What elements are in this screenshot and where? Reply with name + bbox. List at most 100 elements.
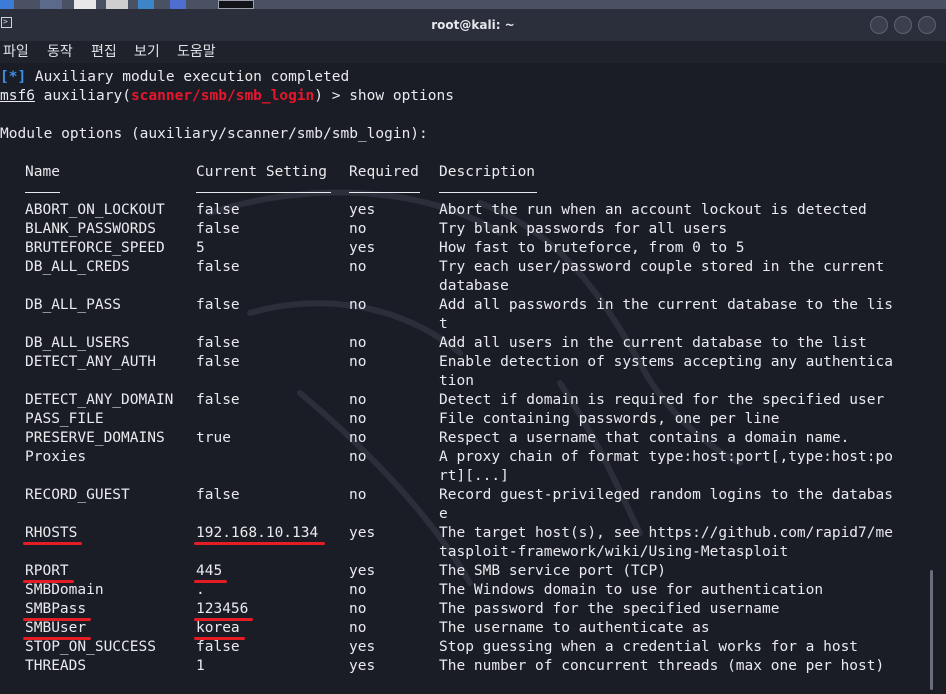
scrollbar[interactable] <box>934 63 946 694</box>
option-required: yes <box>349 202 376 218</box>
option-name: RECORD_GUEST <box>25 487 130 503</box>
menu-view[interactable]: 보기 <box>134 41 160 63</box>
prompt-mid: auxiliary( <box>34 88 131 104</box>
option-setting: 1 <box>196 658 205 674</box>
taskbar-app-icon[interactable] <box>106 0 128 9</box>
option-description: The password for the specified username <box>439 601 780 617</box>
option-name: BRUTEFORCE_SPEED <box>25 240 165 256</box>
option-required: yes <box>349 240 376 256</box>
header-underline <box>349 192 420 193</box>
option-description: Respect a username that contains a domai… <box>439 430 850 446</box>
option-setting: 5 <box>196 240 205 256</box>
option-description: The number of concurrent threads (max on… <box>439 658 885 674</box>
window-titlebar: > root@kali: ~ <box>0 9 946 41</box>
option-setting: false <box>196 354 240 370</box>
header-underline <box>25 192 60 193</box>
option-required: yes <box>349 525 376 541</box>
option-name: SMBPass <box>25 601 87 617</box>
option-description: Stop guessing when a credential works fo… <box>439 639 859 655</box>
option-required: no <box>349 582 367 598</box>
option-description: tion <box>439 373 474 389</box>
option-description: The username to authenticate as <box>439 620 710 636</box>
menu-help[interactable]: 도움말 <box>177 41 216 63</box>
option-name: RPORT <box>25 563 69 579</box>
option-description: t <box>439 316 448 332</box>
option-name: DETECT_ANY_AUTH <box>25 354 156 370</box>
taskbar-app-icon[interactable] <box>170 0 186 9</box>
header-description: Description <box>439 164 536 180</box>
option-setting: 445 <box>196 563 223 579</box>
maximize-button[interactable] <box>894 16 912 34</box>
option-setting: korea <box>196 620 240 636</box>
option-name: SMBDomain <box>25 582 104 598</box>
status-line: [*] Auxiliary module execution completed <box>0 68 349 87</box>
option-name: DB_ALL_CREDS <box>25 259 130 275</box>
minimize-button[interactable] <box>870 16 888 34</box>
option-description: The SMB service port (TCP) <box>439 563 666 579</box>
terminal-output[interactable]: [*] Auxiliary module execution completed… <box>0 63 934 694</box>
menu-file[interactable]: 파일 <box>3 41 29 63</box>
option-description: Add all passwords in the current databas… <box>439 297 893 313</box>
option-description: Try each user/password couple stored in … <box>439 259 885 275</box>
module-path: scanner/smb/smb_login <box>130 88 315 104</box>
header-name: Name <box>25 164 60 180</box>
app-launcher-icon[interactable] <box>0 0 14 9</box>
option-required: yes <box>349 658 376 674</box>
option-name: RHOSTS <box>25 525 78 541</box>
option-setting: false <box>196 392 240 408</box>
header-required: Required <box>349 164 419 180</box>
option-required: no <box>349 335 367 351</box>
red-annotation-underline <box>194 542 325 545</box>
option-description: database <box>439 278 509 294</box>
menu-edit[interactable]: 편집 <box>91 41 117 63</box>
option-setting: false <box>196 297 240 313</box>
option-description: tasploit-framework/wiki/Using-Metasploit <box>439 544 789 560</box>
option-required: no <box>349 620 367 636</box>
option-name: DB_ALL_PASS <box>25 297 122 313</box>
menu-action[interactable]: 동작 <box>47 41 73 63</box>
option-name: Proxies <box>25 449 87 465</box>
taskbar-app-icon[interactable] <box>138 0 154 9</box>
option-setting: false <box>196 639 240 655</box>
option-description: e <box>439 506 448 522</box>
option-required: no <box>349 297 367 313</box>
option-required: yes <box>349 639 376 655</box>
option-name: DETECT_ANY_DOMAIN <box>25 392 174 408</box>
option-required: no <box>349 392 367 408</box>
option-required: no <box>349 601 367 617</box>
window-title: root@kali: ~ <box>431 18 515 32</box>
option-description: Abort the run when an account lockout is… <box>439 202 867 218</box>
option-name: THREADS <box>25 658 87 674</box>
option-description: How fast to bruteforce, from 0 to 5 <box>439 240 745 256</box>
option-name: DB_ALL_USERS <box>25 335 130 351</box>
option-name: BLANK_PASSWORDS <box>25 221 156 237</box>
option-description: Detect if domain is required for the spe… <box>439 392 885 408</box>
prompt-name: msf6 <box>0 88 35 104</box>
desktop-taskbar <box>0 0 946 9</box>
scrollbar-thumb[interactable] <box>930 570 933 690</box>
option-description: File containing passwords, one per line <box>439 411 780 427</box>
status-text: Auxiliary module execution completed <box>26 69 350 85</box>
taskbar-terminal-window[interactable] <box>218 0 254 9</box>
option-setting: false <box>196 335 240 351</box>
option-setting: false <box>196 221 240 237</box>
menu-bar: 파일 동작 편집 보기 도움말 <box>0 41 946 63</box>
option-required: no <box>349 259 367 275</box>
header-underline <box>196 192 331 193</box>
close-button[interactable] <box>918 16 936 34</box>
option-setting: false <box>196 202 240 218</box>
option-setting: false <box>196 259 240 275</box>
taskbar-app-icon[interactable] <box>74 0 96 9</box>
option-required: yes <box>349 563 376 579</box>
option-setting: 123456 <box>196 601 249 617</box>
option-description: The Windows domain to use for authentica… <box>439 582 824 598</box>
option-name: STOP_ON_SUCCESS <box>25 639 156 655</box>
option-description: Try blank passwords for all users <box>439 221 728 237</box>
taskbar-app-icon[interactable] <box>40 0 62 9</box>
option-name: SMBUser <box>25 620 87 636</box>
status-marker: [*] <box>0 69 27 85</box>
option-required: no <box>349 449 367 465</box>
header-current-setting: Current Setting <box>196 164 327 180</box>
option-setting: . <box>196 582 205 598</box>
option-setting: true <box>196 430 231 446</box>
